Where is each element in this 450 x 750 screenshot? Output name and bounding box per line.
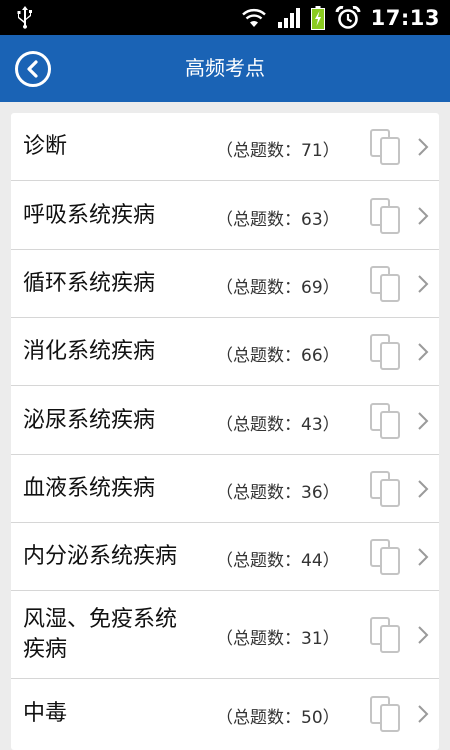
status-time: 17:13 (370, 5, 440, 30)
list-item[interactable]: 风湿、免疫系统 疾病 （总题数：31） (11, 591, 439, 679)
document-copy-icon (369, 266, 403, 304)
list-item-count: （总题数：63） (216, 209, 340, 230)
list-item[interactable]: 诊断 （总题数：71） (11, 113, 439, 181)
usb-icon (17, 6, 32, 29)
alarm-icon (335, 5, 361, 29)
document-copy-icon (369, 471, 403, 509)
document-copy-icon (369, 402, 403, 441)
list-item-count: （总题数：43） (216, 414, 340, 435)
list-item-count: （总题数：50） (216, 708, 340, 728)
list-item-title: 诊断 (23, 134, 68, 159)
topic-list: 诊断 （总题数：71） 呼吸系统疾病 （总题数：63） 循环系统疾病 （总题数：69） 消化… (11, 113, 439, 750)
status-icons: 17:13 (241, 0, 440, 35)
document-copy-icon (369, 334, 403, 372)
status-bar: 17:13 (0, 0, 450, 35)
chevron-right-icon (417, 206, 429, 226)
document-copy-icon (369, 197, 403, 236)
document-copy-icon (369, 696, 403, 734)
list-item[interactable]: 呼吸系统疾病 （总题数：63） (11, 181, 439, 250)
chevron-right-icon (417, 411, 429, 431)
list-item-title: 风湿、免疫系统 疾病 (23, 605, 177, 665)
battery-charging-icon (310, 5, 325, 30)
list-item[interactable]: 消化系统疾病 （总题数：66） (11, 318, 439, 386)
list-item-title: 呼吸系统疾病 (23, 202, 156, 228)
chevron-right-icon (417, 547, 429, 567)
list-item-title: 循环系统疾病 (23, 271, 156, 296)
chevron-right-icon (417, 479, 429, 499)
list-item-title: 泌尿系统疾病 (23, 407, 156, 433)
signal-icon (277, 7, 300, 28)
list-item[interactable]: 中毒 （总题数：50） (11, 679, 439, 749)
chevron-right-icon (417, 625, 429, 645)
list-item[interactable]: 内分泌系统疾病 （总题数：44） (11, 523, 439, 591)
list-item-count: （总题数：31） (216, 629, 340, 649)
list-item-title-line: 疾病 (23, 637, 68, 662)
list-item-title-line: 风湿、免疫系统 (23, 607, 178, 632)
document-copy-icon (369, 617, 403, 655)
list-item-count: （总题数：36） (216, 483, 340, 503)
list-item-count: （总题数：66） (216, 346, 340, 366)
back-circle-icon (27, 60, 38, 78)
title-bar: 高频考点 (0, 35, 450, 102)
page-title: 高频考点 (185, 56, 265, 80)
list-item[interactable]: 泌尿系统疾病 （总题数：43） (11, 386, 439, 455)
list-item-count: （总题数：71） (216, 141, 340, 161)
chevron-right-icon (417, 137, 429, 157)
list-item[interactable]: 循环系统疾病 （总题数：69） (11, 250, 439, 318)
list-item-title: 血液系统疾病 (23, 476, 156, 501)
chevron-right-icon (417, 342, 429, 362)
chevron-right-icon (417, 274, 429, 294)
list-item-title: 内分泌系统疾病 (23, 544, 178, 569)
wifi-icon (241, 8, 266, 27)
back-button[interactable] (15, 51, 51, 87)
list-item-count: （总题数：44） (216, 551, 340, 571)
document-copy-icon (369, 539, 403, 577)
list-item-count: （总题数：69） (216, 278, 340, 298)
list-item[interactable]: 血液系统疾病 （总题数：36） (11, 455, 439, 523)
list-item-title: 消化系统疾病 (23, 339, 156, 364)
chevron-right-icon (417, 704, 429, 724)
document-copy-icon (369, 129, 403, 167)
list-item-title: 中毒 (23, 701, 68, 726)
